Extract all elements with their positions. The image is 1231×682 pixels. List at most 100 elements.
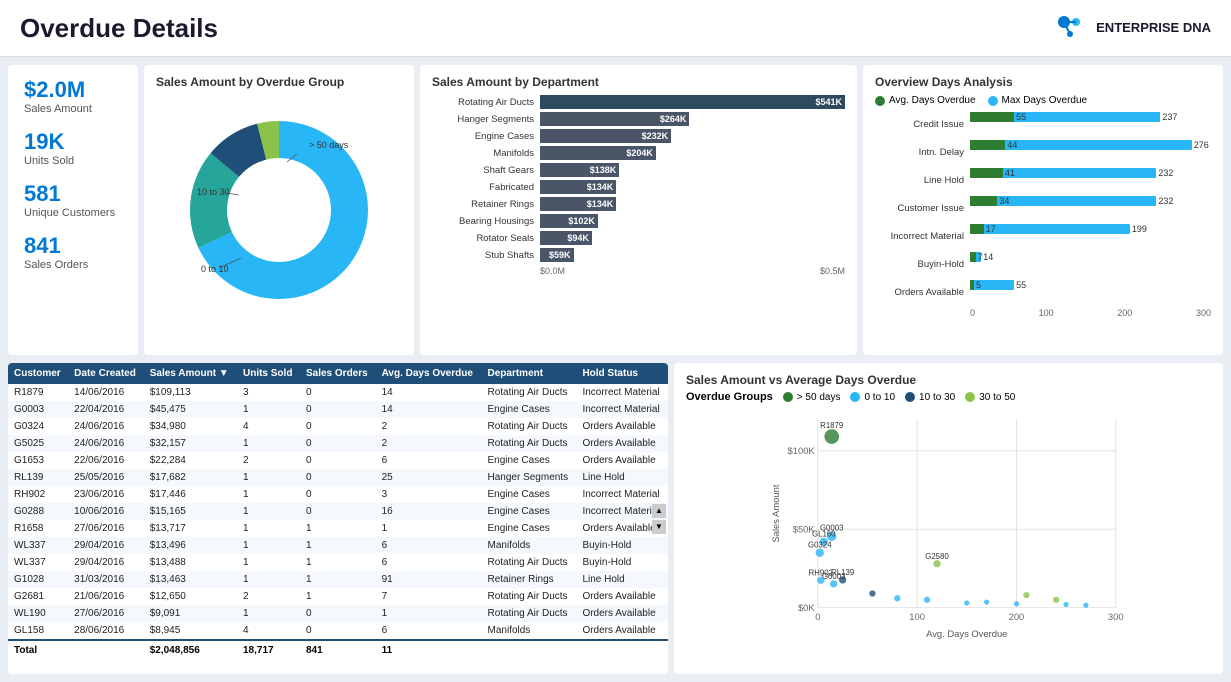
- scatter-point[interactable]: [830, 580, 837, 587]
- scatter-legend-dot: [783, 392, 793, 402]
- table-header-cell[interactable]: Customer: [8, 363, 68, 384]
- table-cell: 21/06/2016: [68, 588, 144, 605]
- overview-row-label: Customer Issue: [875, 203, 970, 214]
- data-table: CustomerDate CreatedSales Amount ▼Units …: [8, 363, 668, 660]
- dept-bar-value: $102K: [568, 216, 595, 226]
- table-header-cell[interactable]: Avg. Days Overdue: [376, 363, 482, 384]
- table-cell: 1: [376, 605, 482, 622]
- table-row[interactable]: WL19027/06/2016$9,091101Rotating Air Duc…: [8, 605, 668, 622]
- overview-row-label: Credit Issue: [875, 119, 970, 130]
- scatter-point[interactable]: [824, 429, 839, 444]
- table-cell: Incorrect Material: [576, 486, 668, 503]
- scatter-point[interactable]: [1064, 602, 1069, 607]
- scatter-legend-text: 30 to 50: [979, 392, 1015, 403]
- scatter-point[interactable]: [1014, 601, 1019, 606]
- table-cell: 6: [376, 622, 482, 640]
- scatter-legend-dot: [850, 392, 860, 402]
- overview-avg-value: 5: [974, 280, 981, 290]
- scatter-point[interactable]: [817, 577, 824, 584]
- dept-label: Retainer Rings: [432, 199, 540, 210]
- table-cell: 0: [300, 605, 376, 622]
- scatter-point[interactable]: [1053, 597, 1059, 603]
- table-cell: $13,717: [144, 520, 237, 537]
- table-cell: 27/06/2016: [68, 605, 144, 622]
- scroll-down-button[interactable]: ▼: [652, 520, 666, 534]
- overview-axis-label: 100: [1039, 308, 1054, 318]
- table-row[interactable]: WL33729/04/2016$13,496116ManifoldsBuyin-…: [8, 537, 668, 554]
- scatter-point[interactable]: [1083, 603, 1088, 608]
- table-row[interactable]: RL13925/05/2016$17,6821025Hanger Segment…: [8, 469, 668, 486]
- table-cell: 10/06/2016: [68, 503, 144, 520]
- table-footer-cell: 841: [300, 640, 376, 660]
- overview-axis: 0100200300: [875, 308, 1211, 318]
- table-cell: Manifolds: [482, 622, 577, 640]
- dept-label: Shaft Gears: [432, 165, 540, 176]
- table-row[interactable]: GL15828/06/2016$8,945406ManifoldsOrders …: [8, 622, 668, 640]
- scroll-indicator[interactable]: ▲ ▼: [652, 504, 666, 534]
- scatter-point[interactable]: [869, 590, 875, 596]
- scatter-legend: Overdue Groups> 50 days0 to 1010 to 3030…: [686, 391, 1211, 403]
- table-row[interactable]: R187914/06/2016$109,1133014Rotating Air …: [8, 384, 668, 401]
- table-row[interactable]: RH90223/06/2016$17,446103Engine CasesInc…: [8, 486, 668, 503]
- table-row[interactable]: G502524/06/2016$32,157102Rotating Air Du…: [8, 435, 668, 452]
- table-cell: G5025: [8, 435, 68, 452]
- scatter-point[interactable]: [1023, 592, 1029, 598]
- table-header-cell[interactable]: Department: [482, 363, 577, 384]
- scatter-point[interactable]: [964, 600, 969, 605]
- logo-area: ENTERPRISE DNA: [1052, 10, 1211, 46]
- table-cell: 6: [376, 554, 482, 571]
- table-cell: 2: [376, 418, 482, 435]
- scroll-up-button[interactable]: ▲: [652, 504, 666, 518]
- scatter-point[interactable]: [933, 560, 940, 567]
- table-header-row: CustomerDate CreatedSales Amount ▼Units …: [8, 363, 668, 384]
- dept-label: Rotating Air Ducts: [432, 97, 540, 108]
- scatter-point[interactable]: [816, 549, 824, 557]
- dept-bar-container: $94K: [540, 231, 845, 245]
- table-row[interactable]: G000322/04/2016$45,4751014Engine CasesIn…: [8, 401, 668, 418]
- table-header-cell[interactable]: Hold Status: [576, 363, 668, 384]
- scatter-point[interactable]: [924, 597, 930, 603]
- overview-axis-label: 0: [970, 308, 975, 318]
- svg-text:$0K: $0K: [798, 602, 815, 613]
- table-cell: Incorrect Material: [576, 384, 668, 401]
- dept-axis-min: $0.0M: [540, 266, 565, 276]
- overview-bar-row: Intn. Delay 44 276: [875, 140, 1211, 164]
- table-row[interactable]: G102831/03/2016$13,4631191Retainer Rings…: [8, 571, 668, 588]
- table-row[interactable]: G032424/06/2016$34,980402Rotating Air Du…: [8, 418, 668, 435]
- dept-label: Rotator Seals: [432, 233, 540, 244]
- donut-chart-area: > 50 days 10 to 30 0 to 10: [156, 95, 402, 325]
- table-cell: GL158: [8, 622, 68, 640]
- table-header-cell[interactable]: Units Sold: [237, 363, 300, 384]
- table-header-cell[interactable]: Sales Orders: [300, 363, 376, 384]
- table-header-cell[interactable]: Date Created: [68, 363, 144, 384]
- overview-bar-row: Buyin-Hold 7 14: [875, 252, 1211, 276]
- table-cell: 0: [300, 435, 376, 452]
- table-cell: 7: [376, 588, 482, 605]
- table-cell: Engine Cases: [482, 503, 577, 520]
- table-footer-cell: 11: [376, 640, 482, 660]
- overview-axis-label: 200: [1117, 308, 1132, 318]
- overview-max-value: 237: [1160, 112, 1177, 122]
- overview-avg-bar: [970, 140, 1005, 150]
- table-cell: $17,682: [144, 469, 237, 486]
- scatter-point[interactable]: [984, 600, 989, 605]
- table-cell: Rotating Air Ducts: [482, 418, 577, 435]
- svg-text:0: 0: [815, 611, 820, 622]
- table-cell: Engine Cases: [482, 401, 577, 418]
- table-cell: 0: [300, 622, 376, 640]
- table-cell: R1658: [8, 520, 68, 537]
- table-header-cell[interactable]: Sales Amount ▼: [144, 363, 237, 384]
- table-row[interactable]: R165827/06/2016$13,717111Engine CasesOrd…: [8, 520, 668, 537]
- overview-avg-value: 55: [1014, 112, 1026, 122]
- table-cell: 25/05/2016: [68, 469, 144, 486]
- table-row[interactable]: G028810/06/2016$15,1651016Engine CasesIn…: [8, 503, 668, 520]
- table-row[interactable]: G165322/06/2016$22,284206Engine CasesOrd…: [8, 452, 668, 469]
- kpi-units-sold: 19K Units Sold: [24, 129, 122, 167]
- table-row[interactable]: G268121/06/2016$12,650217Rotating Air Du…: [8, 588, 668, 605]
- table-cell: G0324: [8, 418, 68, 435]
- table-row[interactable]: WL33729/04/2016$13,488116Rotating Air Du…: [8, 554, 668, 571]
- scatter-legend-text: 10 to 30: [919, 392, 955, 403]
- scatter-legend-dot: [965, 392, 975, 402]
- scatter-point[interactable]: [894, 595, 900, 601]
- table-cell: 91: [376, 571, 482, 588]
